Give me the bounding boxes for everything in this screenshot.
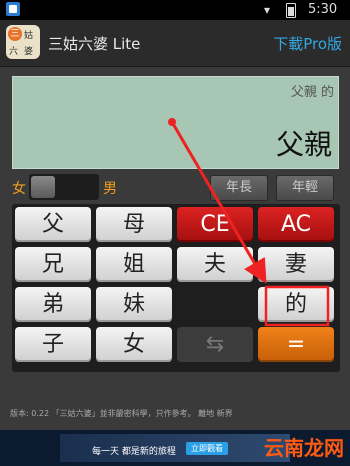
toggle-knob[interactable] [31,176,55,198]
app-icon[interactable]: 三 姑 六 婆 [6,25,40,59]
display-expression: 父親 的 [290,85,334,100]
key-of[interactable]: 的 [258,287,334,322]
key-daughter[interactable]: 女 [96,327,172,362]
male-label: 男 [103,181,117,197]
app-icon-char: 六 [9,47,19,57]
gender-toggle[interactable] [29,174,99,200]
keypad: 父 母 CE AC 兄 姐 夫 妻 弟 妹 的 子 女 ⇆ = [12,204,340,372]
calculator-display: 父親 的 父親 [12,76,339,169]
version-footer: 版本: 0.22 「三姑六婆」並非嚴密科學，只作參考。 離地 新界 [10,409,233,418]
key-father[interactable]: 父 [15,207,91,242]
key-wife[interactable]: 妻 [258,247,334,282]
key-mother[interactable]: 母 [96,207,172,242]
wifi-icon: ▾ [264,3,271,17]
key-son[interactable]: 子 [15,327,91,362]
app-icon-char: 婆 [24,47,34,57]
key-younger-brother[interactable]: 弟 [15,287,91,322]
status-time: 5:30 [308,2,338,17]
notification-icon [6,2,20,16]
status-bar: ▾ 5:30 [0,0,350,20]
app-title: 三姑六婆 Lite [48,35,141,53]
key-equals[interactable]: = [258,327,334,362]
key-elder-sister[interactable]: 姐 [96,247,172,282]
younger-button[interactable]: 年輕 [276,175,334,201]
app-bar: 三 姑 六 婆 三姑六婆 Lite 下載Pro版 [0,20,350,67]
key-husband[interactable]: 夫 [177,247,253,282]
key-ce[interactable]: CE [177,207,253,242]
female-label: 女 [12,181,26,197]
ad-text: 每一天 都是新的旅程 [92,447,176,457]
older-button[interactable]: 年長 [210,175,268,201]
watermark-logo: 云南龙网 [264,436,344,460]
key-empty [177,287,253,322]
key-younger-sister[interactable]: 妹 [96,287,172,322]
ad-button[interactable]: 立即觀看 [186,442,228,455]
battery-icon [286,3,296,18]
app-icon-char: 三 [8,27,22,41]
key-swap[interactable]: ⇆ [177,327,253,362]
key-ac[interactable]: AC [258,207,334,242]
download-pro-link[interactable]: 下載Pro版 [273,33,342,54]
key-elder-brother[interactable]: 兄 [15,247,91,282]
app-icon-char: 姑 [24,31,34,41]
display-result: 父親 [275,128,332,161]
